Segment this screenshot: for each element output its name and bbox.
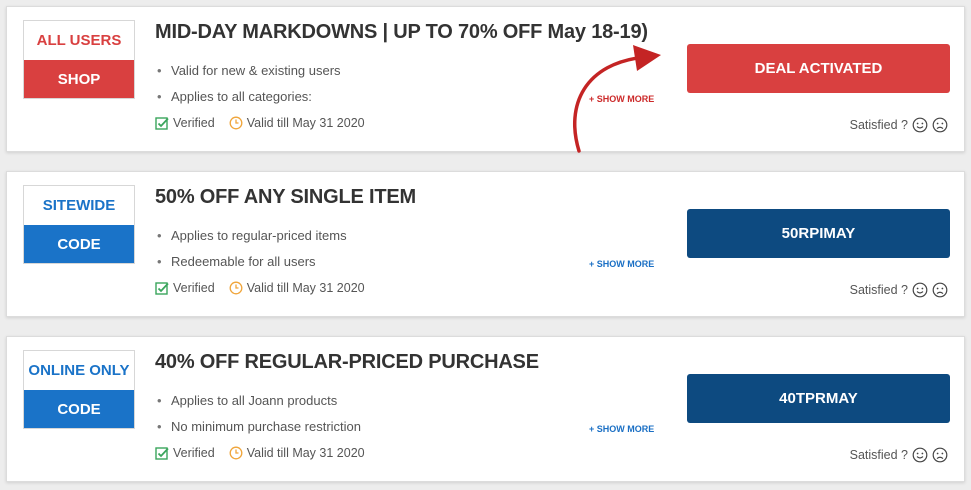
badge-kind-label: CODE [24, 390, 134, 428]
list-item: • Valid for new & existing users [157, 63, 341, 78]
list-item: • Applies to all categories: [157, 89, 312, 104]
smile-icon[interactable] [912, 117, 928, 133]
bullet-text: Applies to all categories: [171, 89, 312, 104]
deal-details-list: • Applies to all Joann products • No minim… [157, 388, 361, 440]
feedback-row: Satisfied ? [850, 282, 948, 298]
frown-icon[interactable] [932, 117, 948, 133]
bullet-text: No minimum purchase restriction [171, 419, 362, 434]
satisfied-label: Satisfied ? [849, 118, 908, 132]
deal-meta: Verified Valid till May 31 2020 [155, 446, 365, 460]
check-square-icon [155, 281, 169, 295]
feedback-row: Satisfied ? [850, 117, 948, 133]
show-more-link[interactable]: + SHOW MORE [589, 424, 654, 434]
deal-meta: Verified Valid till May 31 2020 [155, 116, 365, 130]
frown-icon[interactable] [932, 447, 948, 463]
badge-kind-label: CODE [24, 225, 134, 263]
deal-card: ONLINE ONLY CODE 40% OFF REGULAR-PRICED … [6, 336, 965, 482]
smile-icon[interactable] [912, 447, 928, 463]
satisfied-label: Satisfied ? [849, 283, 908, 297]
list-item: • Applies to all Joann products [157, 393, 338, 408]
clock-icon [229, 281, 243, 295]
feedback-row: Satisfied ? [850, 447, 948, 463]
coupon-code-button[interactable]: 50RPIMAY [687, 209, 950, 258]
deal-badge: ONLINE ONLY CODE [23, 350, 135, 429]
show-more-link[interactable]: + SHOW MORE [589, 259, 654, 269]
deal-details-list: • Valid for new & existing users • Applies… [157, 58, 341, 110]
smile-icon[interactable] [912, 282, 928, 298]
deal-activated-button[interactable]: DEAL ACTIVATED [687, 44, 950, 93]
deal-title: 40% OFF REGULAR-PRICED PURCHASE [155, 351, 539, 373]
list-item: • Redeemable for all users [157, 254, 316, 269]
bullet-text: Applies to all Joann products [171, 393, 338, 408]
bullet-text: Redeemable for all users [171, 254, 316, 269]
coupon-code-button[interactable]: 40TPRMAY [687, 374, 950, 423]
badge-type-label: ALL USERS [36, 32, 122, 49]
deal-meta: Verified Valid till May 31 2020 [155, 281, 365, 295]
satisfied-label: Satisfied ? [849, 448, 908, 462]
deal-title: 50% OFF ANY SINGLE ITEM [155, 186, 416, 208]
deal-title: MID-DAY MARKDOWNS | UP TO 70% OFF May 18… [155, 21, 648, 43]
clock-icon [229, 116, 243, 130]
deal-card: ALL USERS SHOP MID-DAY MARKDOWNS | UP TO… [6, 6, 965, 153]
deal-card: SITEWIDE CODE 50% OFF ANY SINGLE ITEM • A… [6, 171, 965, 317]
deal-badge: SITEWIDE CODE [23, 185, 135, 264]
show-more-link[interactable]: + SHOW MORE [589, 94, 654, 104]
verified-label: Verified [173, 281, 215, 295]
list-item: • No minimum purchase restriction [157, 419, 362, 434]
badge-type-label: SITEWIDE [42, 197, 116, 214]
badge-type-label: ONLINE ONLY [28, 362, 130, 379]
deal-details-list: • Applies to regular-priced items • Redeem… [157, 223, 347, 275]
bullet-text: Valid for new & existing users [171, 63, 341, 78]
valid-till-label: Valid till May 31 2020 [246, 281, 365, 295]
valid-till-label: Valid till May 31 2020 [246, 116, 365, 130]
verified-label: Verified [173, 116, 215, 130]
verified-label: Verified [173, 446, 215, 460]
valid-till-label: Valid till May 31 2020 [246, 446, 365, 460]
frown-icon[interactable] [932, 282, 948, 298]
check-square-icon [155, 446, 169, 460]
clock-icon [229, 446, 243, 460]
deal-badge: ALL USERS SHOP [23, 20, 135, 99]
list-item: • Applies to regular-priced items [157, 228, 347, 243]
badge-kind-label: SHOP [24, 60, 134, 98]
check-square-icon [155, 116, 169, 130]
bullet-text: Applies to regular-priced items [171, 228, 347, 243]
